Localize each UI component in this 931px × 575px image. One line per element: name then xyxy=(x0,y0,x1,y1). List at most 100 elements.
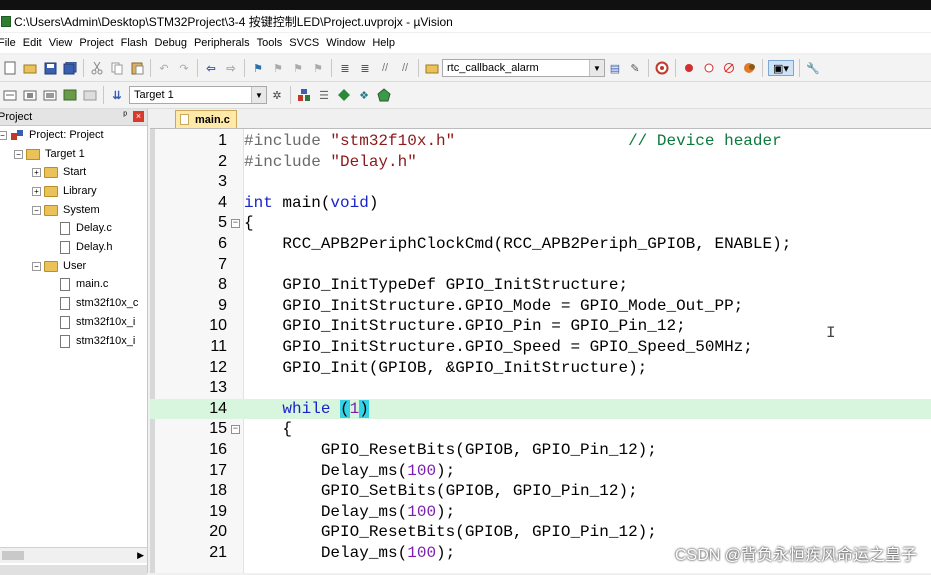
menu-debug[interactable]: Debug xyxy=(155,37,194,49)
fold-toggle-icon[interactable]: − xyxy=(231,219,240,229)
tree-node-folder[interactable]: − System xyxy=(32,201,100,219)
undo-icon[interactable]: ↶ xyxy=(156,60,172,76)
code-line[interactable]: 1 #include "stm32f10x.h" // Device header xyxy=(150,131,931,152)
batch-build-icon[interactable] xyxy=(62,87,78,103)
navigate-forward-icon[interactable]: ⇨ xyxy=(223,60,239,76)
menu-project[interactable]: Project xyxy=(79,37,120,49)
tree-node-file[interactable]: stm32f10x_i xyxy=(60,332,135,350)
find-in-files-icon[interactable] xyxy=(424,60,440,76)
save-icon[interactable] xyxy=(42,60,58,76)
disable-breakpoint-icon[interactable] xyxy=(701,60,717,76)
tree-node-file[interactable]: Delay.h xyxy=(60,238,112,256)
code-line[interactable]: 4 int main(void) xyxy=(150,193,931,214)
insert-bookmark-icon[interactable]: ⚑ xyxy=(250,60,266,76)
expand-icon[interactable]: + xyxy=(32,167,41,177)
target-combo[interactable]: Target 1 ▼ xyxy=(129,86,267,104)
tree-node-file[interactable]: main.c xyxy=(60,275,108,293)
function-combo[interactable]: rtc_callback_alarm ▼ xyxy=(442,59,605,77)
disable-all-breakpoints-icon[interactable] xyxy=(741,60,757,76)
file-extensions-icon[interactable]: ☰ xyxy=(316,87,332,103)
download-load-icon[interactable]: ⇊ xyxy=(109,87,125,103)
find-icon[interactable]: ▤ xyxy=(607,60,623,76)
new-file-icon[interactable] xyxy=(2,60,18,76)
code-line[interactable]: 12 GPIO_Init(GPIOB, &GPIO_InitStructure)… xyxy=(150,358,931,379)
paste-icon[interactable] xyxy=(129,60,145,76)
menu-window[interactable]: Window xyxy=(326,37,372,49)
rebuild-icon[interactable] xyxy=(42,87,58,103)
menu-edit[interactable]: Edit xyxy=(23,37,49,49)
menu-help[interactable]: Help xyxy=(372,37,402,49)
tree-node-folder[interactable]: − User xyxy=(32,257,86,275)
code-line[interactable]: 6 RCC_APB2PeriphClockCmd(RCC_APB2Periph_… xyxy=(150,234,931,255)
tree-node-file[interactable]: stm32f10x_i xyxy=(60,313,135,331)
breakpoint-icon[interactable] xyxy=(681,60,697,76)
manage-project-items-icon[interactable] xyxy=(296,87,312,103)
chevron-down-icon[interactable]: ▼ xyxy=(589,60,604,76)
next-bookmark-icon[interactable]: ⚑ xyxy=(290,60,306,76)
configure-icon[interactable]: ✎ xyxy=(627,60,643,76)
collapse-icon[interactable]: − xyxy=(14,149,23,159)
tree-node-folder[interactable]: + Start xyxy=(32,163,86,181)
navigate-back-icon[interactable]: ⇦ xyxy=(203,60,219,76)
configuration-wrench-icon[interactable]: 🔧 xyxy=(805,60,821,76)
chevron-down-icon[interactable]: ▼ xyxy=(251,87,266,103)
menu-file[interactable]: File xyxy=(0,37,23,49)
code-line[interactable]: 15− { xyxy=(150,419,931,440)
comment-selection-icon[interactable]: // xyxy=(377,60,393,76)
select-software-packs-icon[interactable]: ❖ xyxy=(356,87,372,103)
window-layout-icon[interactable]: ▣▾ xyxy=(768,60,794,76)
collapse-icon[interactable]: − xyxy=(32,261,41,271)
scrollbar-thumb[interactable] xyxy=(2,551,24,560)
stop-build-icon[interactable] xyxy=(82,87,98,103)
indent-icon[interactable]: ≣ xyxy=(337,60,353,76)
code-line[interactable]: 3 xyxy=(150,172,931,193)
scroll-right-arrow-icon[interactable]: ▶ xyxy=(137,550,144,561)
code-line[interactable]: 8 GPIO_InitTypeDef GPIO_InitStructure; xyxy=(150,275,931,296)
collapse-icon[interactable]: − xyxy=(32,205,41,215)
code-line[interactable]: 11 GPIO_InitStructure.GPIO_Speed = GPIO_… xyxy=(150,337,931,358)
menu-view[interactable]: View xyxy=(49,37,80,49)
expand-icon[interactable]: + xyxy=(32,186,41,196)
redo-icon[interactable]: ↷ xyxy=(176,60,192,76)
close-icon[interactable]: × xyxy=(133,111,144,122)
pin-icon[interactable]: ᵖ xyxy=(123,110,127,121)
code-line[interactable]: 20 GPIO_ResetBits(GPIOB, GPIO_Pin_12); xyxy=(150,522,931,543)
previous-bookmark-icon[interactable]: ⚑ xyxy=(270,60,286,76)
tree-node-target[interactable]: − Target 1 xyxy=(14,145,85,163)
open-folder-icon[interactable] xyxy=(22,60,38,76)
project-panel-tabs[interactable] xyxy=(0,565,147,575)
code-line[interactable]: 19 Delay_ms(100); xyxy=(150,502,931,523)
target-options-icon[interactable]: ✲ xyxy=(269,87,285,103)
project-panel-scrollbar[interactable]: ▶ xyxy=(0,547,147,563)
code-line[interactable]: 16 GPIO_ResetBits(GPIOB, GPIO_Pin_12); xyxy=(150,440,931,461)
tree-node-project[interactable]: − Project: Project xyxy=(0,126,104,144)
pack-installer-icon[interactable] xyxy=(336,87,352,103)
translate-icon[interactable] xyxy=(2,87,18,103)
code-line[interactable]: 13 xyxy=(150,378,931,399)
unindent-icon[interactable]: ≣ xyxy=(357,60,373,76)
code-line[interactable]: 10 GPIO_InitStructure.GPIO_Pin = GPIO_Pi… xyxy=(150,316,931,337)
manage-run-time-environment-icon[interactable] xyxy=(376,87,392,103)
code-line[interactable]: 2 #include "Delay.h" xyxy=(150,152,931,173)
tree-node-file[interactable]: stm32f10x_c xyxy=(60,294,138,312)
code-line[interactable]: 18 GPIO_SetBits(GPIOB, GPIO_Pin_12); xyxy=(150,481,931,502)
build-icon[interactable] xyxy=(22,87,38,103)
code-line[interactable]: 7 xyxy=(150,255,931,276)
clear-bookmarks-icon[interactable]: ⚑ xyxy=(310,60,326,76)
kill-breakpoints-icon[interactable] xyxy=(721,60,737,76)
code-line[interactable]: 5−{ xyxy=(150,213,931,234)
collapse-icon[interactable]: − xyxy=(0,130,7,140)
code-line[interactable]: 14 while (1) xyxy=(150,398,931,420)
code-editor[interactable]: 1 #include "stm32f10x.h" // Device header… xyxy=(150,129,931,573)
uncomment-selection-icon[interactable]: // xyxy=(397,60,413,76)
menu-peripherals[interactable]: Peripherals xyxy=(194,37,257,49)
menu-svcs[interactable]: SVCS xyxy=(289,37,326,49)
tree-node-folder[interactable]: + Library xyxy=(32,182,97,200)
menu-tools[interactable]: Tools xyxy=(257,37,290,49)
code-line[interactable]: 17 Delay_ms(100); xyxy=(150,461,931,482)
menu-flash[interactable]: Flash xyxy=(121,37,155,49)
fold-toggle-icon[interactable]: − xyxy=(231,425,240,435)
copy-icon[interactable] xyxy=(109,60,125,76)
code-line[interactable]: 9 GPIO_InitStructure.GPIO_Mode = GPIO_Mo… xyxy=(150,296,931,317)
tree-node-file[interactable]: Delay.c xyxy=(60,219,112,237)
